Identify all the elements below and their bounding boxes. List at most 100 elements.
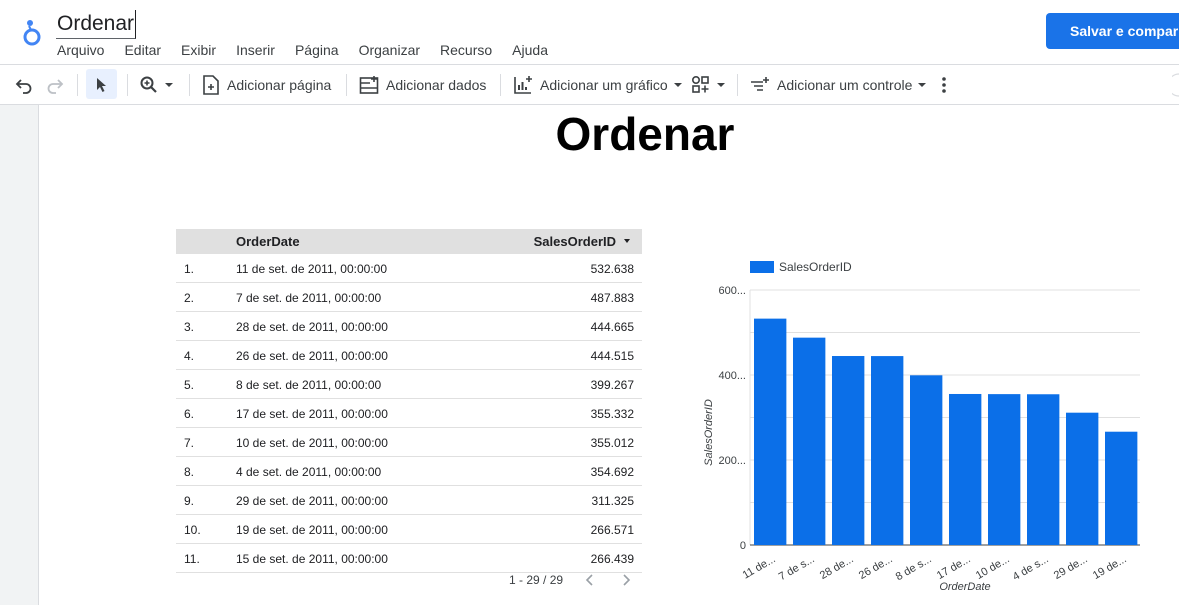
undo-icon[interactable] bbox=[14, 65, 34, 104]
table-row[interactable]: 7. 10 de set. de 2011, 00:00:00 355.012 bbox=[176, 428, 642, 457]
toolbar: Adicionar página Adicionar dados Adicion… bbox=[0, 65, 1179, 105]
menu-item-organizar[interactable]: Organizar bbox=[359, 41, 430, 59]
row-index: 8. bbox=[184, 465, 195, 479]
bar-chart-svg: SalesOrderID 0 200... 400... 600... 11 de... 7… bbox=[703, 260, 1140, 593]
x-tick-label: 29 de... bbox=[1052, 553, 1090, 582]
add-control-label: Adicionar um controle bbox=[777, 76, 913, 93]
add-chart-label: Adicionar um gráfico bbox=[540, 76, 668, 93]
x-tick-label: 26 de... bbox=[857, 553, 895, 582]
pagination-label: 1 - 29 / 29 bbox=[509, 573, 564, 587]
row-index: 5. bbox=[184, 378, 195, 392]
menu-item-inserir[interactable]: Inserir bbox=[236, 41, 285, 59]
x-axis-title: OrderDate bbox=[939, 581, 990, 593]
row-orderdate: 15 de set. de 2011, 00:00:00 bbox=[236, 552, 388, 566]
add-data-button[interactable]: Adicionar dados bbox=[359, 65, 486, 104]
menu-item-pagina[interactable]: Página bbox=[295, 41, 349, 59]
row-salesorderid: 399.267 bbox=[590, 378, 634, 392]
row-orderdate: 4 de set. de 2011, 00:00:00 bbox=[236, 465, 382, 479]
bar bbox=[754, 318, 787, 545]
add-control-button[interactable]: Adicionar um controle bbox=[750, 65, 927, 104]
add-data-icon bbox=[359, 75, 379, 95]
app-header: Ordenar Arquivo Editar Exibir Inserir Pá… bbox=[0, 0, 1179, 65]
bar bbox=[871, 356, 904, 545]
row-index: 4. bbox=[184, 349, 195, 363]
menu-item-arquivo[interactable]: Arquivo bbox=[57, 41, 114, 59]
save-and-share-button[interactable]: Salvar e compar bbox=[1046, 13, 1179, 49]
row-orderdate: 26 de set. de 2011, 00:00:00 bbox=[236, 349, 388, 363]
more-options-icon[interactable] bbox=[941, 65, 947, 104]
add-component-button[interactable] bbox=[691, 65, 726, 104]
bar bbox=[910, 375, 943, 545]
table-row[interactable]: 11. 15 de set. de 2011, 00:00:00 266.439 bbox=[176, 544, 642, 573]
menu-item-exibir[interactable]: Exibir bbox=[181, 41, 226, 59]
x-tick-label: 10 de... bbox=[974, 553, 1012, 582]
chevron-right-icon[interactable] bbox=[620, 573, 632, 592]
menu-item-editar[interactable]: Editar bbox=[124, 41, 171, 59]
bar bbox=[988, 394, 1021, 545]
table-row[interactable]: 9. 29 de set. de 2011, 00:00:00 311.325 bbox=[176, 486, 642, 515]
menu-item-ajuda[interactable]: Ajuda bbox=[512, 41, 558, 59]
row-index: 2. bbox=[184, 291, 195, 305]
x-tick-label: 4 de s... bbox=[1011, 553, 1051, 583]
data-table[interactable]: OrderDate SalesOrderID 1. 11 de set. de 2… bbox=[176, 229, 642, 573]
row-salesorderid: 487.883 bbox=[590, 291, 634, 305]
row-salesorderid: 444.515 bbox=[590, 349, 634, 363]
toolbar-divider bbox=[346, 74, 347, 96]
add-chart-button[interactable]: Adicionar um gráfico bbox=[513, 65, 683, 104]
column-header-salesorderid[interactable]: SalesOrderID bbox=[534, 234, 616, 249]
bar bbox=[793, 337, 826, 545]
row-index: 6. bbox=[184, 407, 195, 421]
row-orderdate: 28 de set. de 2011, 00:00:00 bbox=[236, 320, 388, 334]
redo-icon[interactable] bbox=[45, 65, 65, 104]
table-row[interactable]: 3. 28 de set. de 2011, 00:00:00 444.665 bbox=[176, 312, 642, 341]
sort-descending-icon[interactable] bbox=[624, 239, 630, 243]
y-axis-title: SalesOrderID bbox=[703, 399, 715, 466]
table-row[interactable]: 6. 17 de set. de 2011, 00:00:00 355.332 bbox=[176, 399, 642, 428]
row-salesorderid: 355.012 bbox=[590, 436, 634, 450]
menu-item-recurso[interactable]: Recurso bbox=[440, 41, 502, 59]
theme-toggle-edge[interactable] bbox=[1172, 65, 1179, 104]
row-index: 10. bbox=[184, 523, 201, 537]
x-tick-label: 19 de... bbox=[1091, 553, 1129, 582]
row-index: 11. bbox=[184, 552, 200, 566]
legend-swatch bbox=[750, 261, 774, 273]
add-page-icon bbox=[202, 74, 220, 95]
row-orderdate: 29 de set. de 2011, 00:00:00 bbox=[236, 494, 388, 508]
table-row[interactable]: 2. 7 de set. de 2011, 00:00:00 487.883 bbox=[176, 283, 642, 312]
row-salesorderid: 532.638 bbox=[590, 262, 634, 276]
add-page-label: Adicionar página bbox=[227, 76, 332, 93]
menu-bar: Arquivo Editar Exibir Inserir Página Org… bbox=[57, 41, 568, 59]
add-page-button[interactable]: Adicionar página bbox=[202, 65, 331, 104]
add-chart-icon bbox=[513, 75, 533, 95]
column-header-orderdate[interactable]: OrderDate bbox=[236, 234, 300, 249]
cursor-icon[interactable] bbox=[95, 65, 109, 104]
y-tick-label: 600... bbox=[718, 285, 746, 297]
chevron-left-icon[interactable] bbox=[584, 573, 596, 592]
bar bbox=[832, 356, 865, 545]
table-body: 1. 11 de set. de 2011, 00:00:00 532.638 2. 7… bbox=[176, 254, 642, 573]
row-index: 7. bbox=[184, 436, 195, 450]
row-salesorderid: 355.332 bbox=[590, 407, 634, 421]
row-orderdate: 11 de set. de 2011, 00:00:00 bbox=[236, 262, 388, 276]
legend-label: SalesOrderID bbox=[779, 260, 852, 274]
table-row[interactable]: 5. 8 de set. de 2011, 00:00:00 399.267 bbox=[176, 370, 642, 399]
y-tick-label: 200... bbox=[718, 455, 746, 467]
looker-studio-logo-icon[interactable] bbox=[20, 14, 44, 48]
row-orderdate: 10 de set. de 2011, 00:00:00 bbox=[236, 436, 388, 450]
row-index: 3. bbox=[184, 320, 195, 334]
table-header: OrderDate SalesOrderID bbox=[176, 229, 642, 254]
table-row[interactable]: 10. 19 de set. de 2011, 00:00:00 266.571 bbox=[176, 515, 642, 544]
bar-chart[interactable]: SalesOrderID 0 200... 400... 600... 11 de... 7… bbox=[690, 250, 1160, 600]
zoom-button[interactable] bbox=[139, 65, 174, 104]
chevron-down-icon bbox=[673, 82, 683, 88]
report-title[interactable]: Ordenar bbox=[540, 106, 750, 162]
toolbar-divider bbox=[737, 74, 738, 96]
x-tick-label: 11 de... bbox=[741, 553, 778, 581]
bar bbox=[949, 393, 982, 545]
table-row[interactable]: 4. 26 de set. de 2011, 00:00:00 444.515 bbox=[176, 341, 642, 370]
table-row[interactable]: 1. 11 de set. de 2011, 00:00:00 532.638 bbox=[176, 254, 642, 283]
document-title[interactable]: Ordenar bbox=[56, 10, 137, 39]
x-tick-label: 8 de s... bbox=[894, 553, 934, 583]
table-row[interactable]: 8. 4 de set. de 2011, 00:00:00 354.692 bbox=[176, 457, 642, 486]
bar bbox=[1027, 394, 1060, 545]
